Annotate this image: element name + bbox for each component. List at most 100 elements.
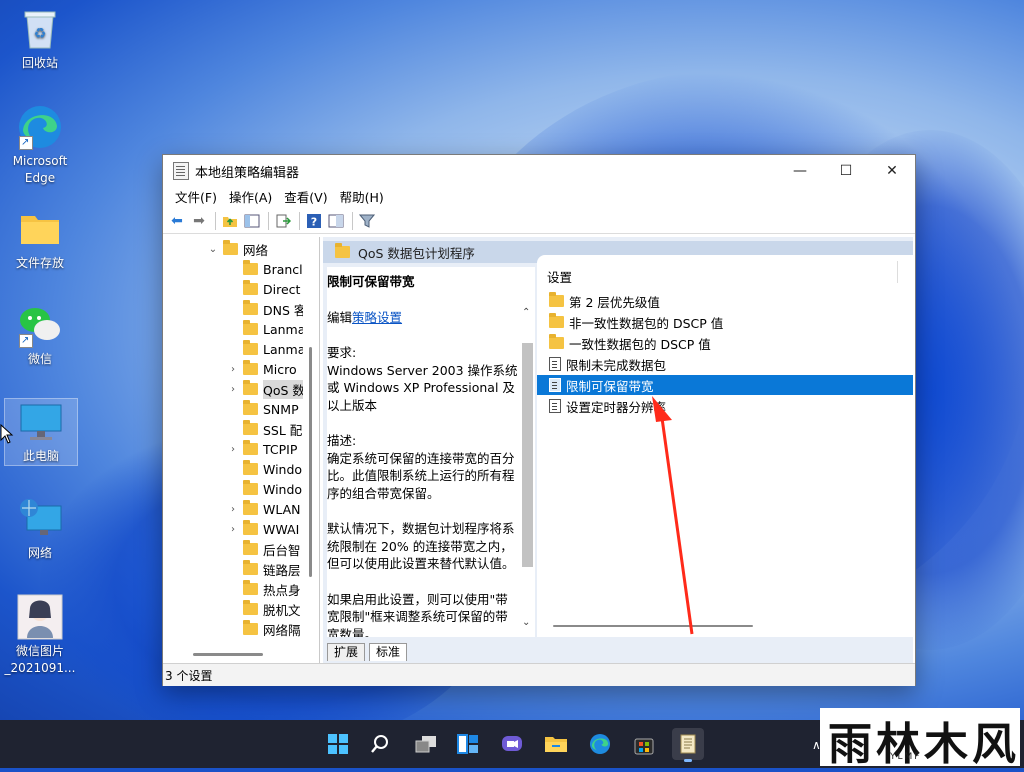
- list-item-label: 第 2 层优先级值: [569, 294, 660, 310]
- scroll-down-icon[interactable]: ⌄: [522, 617, 530, 628]
- back-arrow-icon[interactable]: ⬅: [167, 211, 187, 231]
- image-thumbnail-icon: [17, 594, 63, 640]
- list-item-folder[interactable]: 一致性数据包的 DSCP 值: [537, 333, 913, 353]
- edit-policy-link[interactable]: 策略设置: [352, 310, 402, 325]
- menu-view[interactable]: 查看(V): [278, 187, 333, 209]
- file-explorer-icon[interactable]: [540, 728, 572, 760]
- scrollbar-thumb[interactable]: [522, 343, 533, 567]
- edge-icon[interactable]: [584, 728, 616, 760]
- chevron-right-icon[interactable]: ›: [227, 364, 239, 375]
- scrollbar-thumb[interactable]: [553, 625, 753, 627]
- tree-item[interactable]: › Micro: [227, 359, 297, 379]
- tree-pane[interactable]: ⌄ 网络 Brancl Direct DNS 客 Lanma Lanma › Micro › QoS…: [163, 237, 320, 663]
- scrollbar-thumb[interactable]: [193, 653, 263, 656]
- tree-item-label: SNMP: [263, 401, 299, 417]
- tree-item[interactable]: › WLAN: [227, 499, 301, 519]
- menu-action[interactable]: 操作(A): [223, 187, 278, 209]
- chevron-right-icon[interactable]: ›: [227, 524, 239, 535]
- tree-item[interactable]: SNMP: [227, 399, 299, 419]
- column-divider[interactable]: [897, 261, 898, 283]
- export-list-icon[interactable]: [273, 211, 293, 231]
- list-item-setting[interactable]: 限制未完成数据包: [537, 354, 913, 374]
- scroll-up-icon[interactable]: ⌃: [522, 307, 530, 318]
- group-policy-editor-window[interactable]: 本地组策略编辑器 — ☐ ✕ 文件(F) 操作(A) 查看(V) 帮助(H) ⬅…: [162, 154, 916, 686]
- tree-item-label: Windo: [263, 481, 303, 497]
- desktop-icon-folder[interactable]: 文件存放: [4, 206, 76, 272]
- list-scrollbar[interactable]: [537, 617, 913, 635]
- tree-item[interactable]: 热点身: [227, 579, 301, 599]
- tree-item[interactable]: Windo: [227, 479, 302, 499]
- desktop-icon-this-pc[interactable]: 此电脑: [4, 398, 78, 466]
- folder-icon: [223, 240, 238, 255]
- scrollbar-thumb[interactable]: [309, 347, 312, 577]
- tree-item[interactable]: Direct: [227, 279, 300, 299]
- task-view-icon[interactable]: [410, 728, 442, 760]
- list-item-folder[interactable]: 第 2 层优先级值: [537, 291, 913, 311]
- desktop-icon-recycle-bin[interactable]: ♻ 回收站: [4, 6, 76, 72]
- title-bar[interactable]: 本地组策略编辑器 — ☐ ✕: [163, 155, 915, 187]
- details-pane: QoS 数据包计划程序 限制可保留带宽 编辑策略设置 要求: Windows S…: [323, 237, 913, 663]
- help-icon[interactable]: ?: [304, 211, 324, 231]
- store-icon[interactable]: [628, 728, 660, 760]
- folder-icon: [243, 500, 258, 515]
- tree-item[interactable]: SSL 配: [227, 419, 302, 439]
- start-icon[interactable]: [322, 728, 354, 760]
- tab-extended[interactable]: 扩展: [327, 643, 366, 661]
- tree-item[interactable]: Brancl: [227, 259, 303, 279]
- list-item-setting[interactable]: 设置定时器分辨率: [537, 396, 913, 416]
- menu-file[interactable]: 文件(F): [169, 187, 223, 209]
- tree-item[interactable]: 链路层: [227, 559, 301, 579]
- chevron-right-icon[interactable]: ›: [227, 444, 239, 455]
- show-hide-tree-icon[interactable]: [242, 211, 262, 231]
- desktop-icon-image-file[interactable]: 微信图片_2021091...: [4, 594, 76, 677]
- filter-icon[interactable]: [357, 211, 377, 231]
- tree-item[interactable]: Windo: [227, 459, 302, 479]
- tree-item[interactable]: › WWAI: [227, 519, 299, 539]
- close-button[interactable]: ✕: [869, 155, 915, 187]
- up-folder-icon[interactable]: [220, 211, 240, 231]
- tab-standard[interactable]: 标准: [369, 643, 408, 661]
- tree-item-label: 后台智: [263, 542, 301, 558]
- tree-item[interactable]: DNS 客: [227, 299, 306, 319]
- chevron-right-icon[interactable]: ›: [227, 384, 239, 395]
- folder-icon: [335, 243, 350, 258]
- column-header-setting[interactable]: 设置: [547, 267, 572, 286]
- folder-icon: [243, 260, 258, 275]
- toolbar-divider: [299, 212, 300, 230]
- folder-icon: [549, 334, 564, 349]
- tree-item[interactable]: 脱机文: [227, 599, 301, 619]
- desktop-icon-network[interactable]: 网络: [4, 496, 76, 562]
- menu-help[interactable]: 帮助(H): [334, 187, 390, 209]
- tree-scrollbar[interactable]: [303, 237, 319, 663]
- desktop-icon-label: 此电脑: [22, 449, 59, 463]
- tree-item-network[interactable]: ⌄ 网络: [207, 239, 268, 259]
- list-item-setting[interactable]: 限制可保留带宽: [537, 375, 913, 395]
- settings-list[interactable]: 设置 第 2 层优先级值非一致性数据包的 DSCP 值一致性数据包的 DSCP …: [537, 255, 913, 637]
- tree-item[interactable]: Lanma: [227, 319, 305, 339]
- minimize-button[interactable]: —: [777, 155, 823, 187]
- properties-pane-icon[interactable]: [326, 211, 346, 231]
- chevron-right-icon[interactable]: ›: [227, 504, 239, 515]
- folder-icon: [243, 380, 258, 395]
- forward-arrow-icon[interactable]: ➡: [189, 211, 209, 231]
- list-item-folder[interactable]: 非一致性数据包的 DSCP 值: [537, 312, 913, 332]
- tree-horizontal-scrollbar[interactable]: [163, 645, 303, 663]
- tree-item[interactable]: 网络隔: [227, 619, 301, 639]
- search-icon[interactable]: [364, 728, 396, 760]
- policy-setting-icon: [549, 378, 561, 392]
- desktop-icon-wechat[interactable]: 微信: [4, 302, 76, 368]
- maximize-button[interactable]: ☐: [823, 155, 869, 187]
- description-scrollbar[interactable]: ⌃ ⌄: [519, 267, 535, 637]
- tree-item[interactable]: 后台智: [227, 539, 301, 559]
- widgets-icon[interactable]: [452, 728, 484, 760]
- chat-icon[interactable]: [496, 728, 528, 760]
- desktop-icon-edge[interactable]: Microsoft Edge: [4, 104, 76, 187]
- policy-editor-taskbar-icon[interactable]: [672, 728, 704, 762]
- chevron-down-icon[interactable]: ⌄: [207, 244, 219, 255]
- folder-icon: [243, 520, 258, 535]
- tree-item[interactable]: Lanma: [227, 339, 305, 359]
- folder-icon: [243, 360, 258, 375]
- tree-item[interactable]: › QoS 数: [227, 379, 305, 399]
- folder-icon: [243, 320, 258, 335]
- tree-item[interactable]: › TCPIP: [227, 439, 297, 459]
